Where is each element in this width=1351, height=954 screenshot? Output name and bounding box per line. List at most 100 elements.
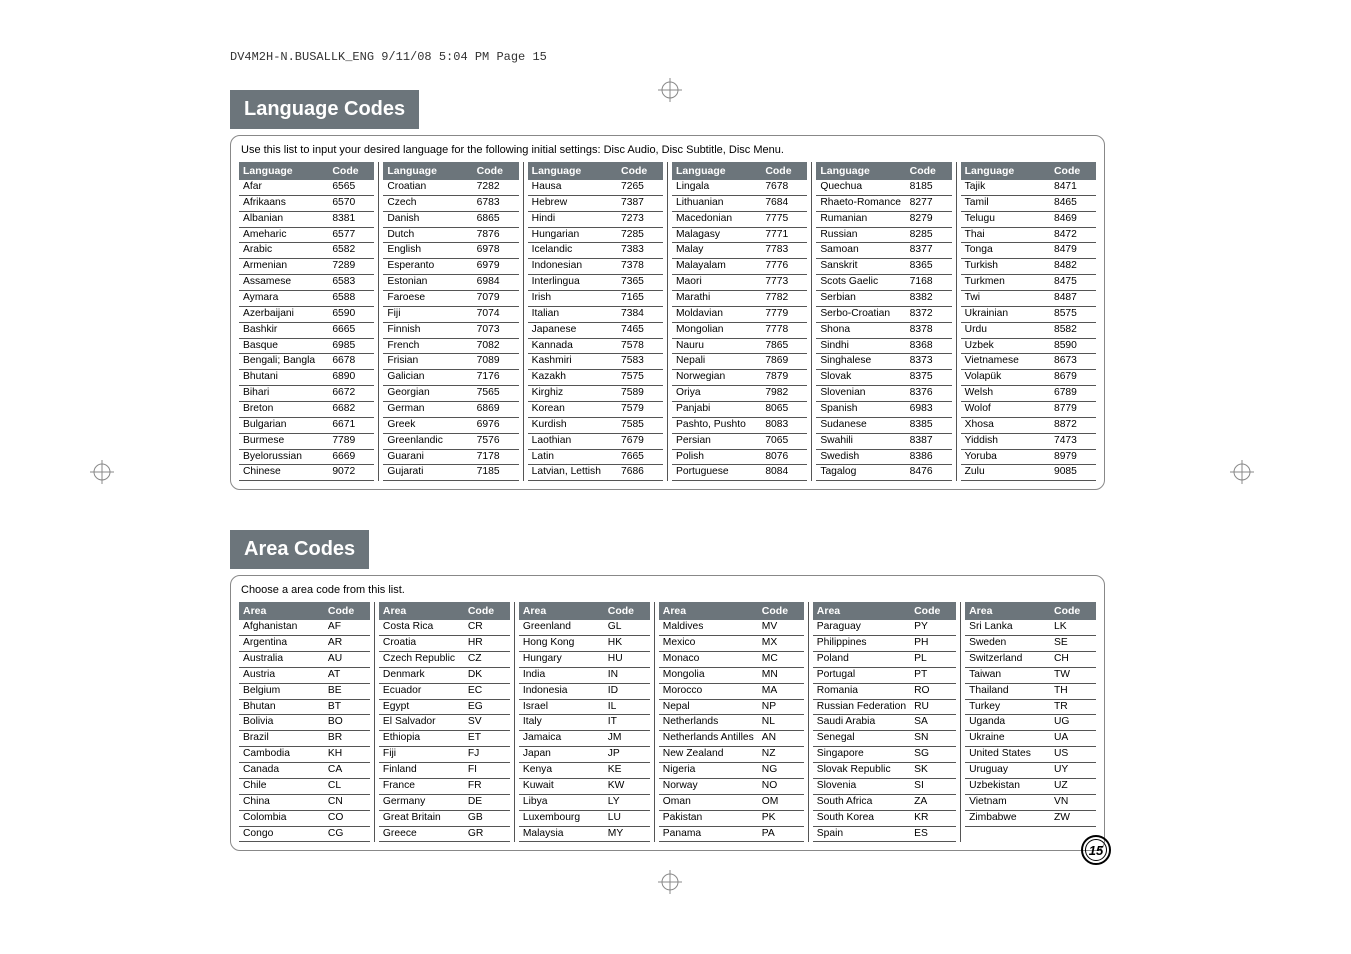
row-code: 8387: [906, 434, 952, 449]
table-row: TaiwanTW: [965, 668, 1096, 684]
row-name: Burmese: [239, 434, 328, 449]
row-code: 8277: [906, 196, 952, 211]
row-code: CA: [324, 763, 370, 778]
row-code: 6583: [328, 275, 374, 290]
column-header: AreaCode: [239, 602, 370, 620]
table-row: Frisian7089: [383, 354, 518, 370]
table-row: Samoan8377: [816, 243, 951, 259]
row-code: 8381: [328, 212, 374, 227]
row-code: CZ: [464, 652, 510, 667]
row-code: DE: [464, 795, 510, 810]
row-name: Uzbek: [961, 339, 1050, 354]
row-code: 8376: [906, 386, 952, 401]
table-row: Bhutani6890: [239, 370, 374, 386]
row-code: 9072: [328, 465, 374, 480]
table-row: MexicoMX: [659, 636, 804, 652]
row-name: Sanskrit: [816, 259, 905, 274]
row-name: Latvian, Lettish: [528, 465, 617, 480]
table-row: CanadaCA: [239, 763, 370, 779]
row-name: New Zealand: [659, 747, 758, 762]
header-name: Language: [961, 162, 1050, 180]
table-row: UgandaUG: [965, 715, 1096, 731]
row-code: SE: [1050, 636, 1096, 651]
row-name: Finland: [379, 763, 464, 778]
row-code: IL: [604, 700, 650, 715]
row-code: KR: [910, 811, 956, 826]
row-code: 6984: [473, 275, 519, 290]
table-row: PakistanPK: [659, 811, 804, 827]
row-code: 9085: [1050, 465, 1096, 480]
column-header: LanguageCode: [961, 162, 1096, 180]
table-row: Estonian6984: [383, 275, 518, 291]
row-name: Singhalese: [816, 354, 905, 369]
row-name: Oriya: [672, 386, 761, 401]
row-code: 8065: [761, 402, 807, 417]
header-code: Code: [1050, 602, 1096, 620]
table-row: AustraliaAU: [239, 652, 370, 668]
row-name: Afar: [239, 180, 328, 195]
row-code: PK: [758, 811, 804, 826]
row-name: Indonesia: [519, 684, 604, 699]
row-name: Greenlandic: [383, 434, 472, 449]
row-code: FR: [464, 779, 510, 794]
table-row: Greenlandic7576: [383, 434, 518, 450]
row-code: AT: [324, 668, 370, 683]
row-name: Irish: [528, 291, 617, 306]
row-name: Libya: [519, 795, 604, 810]
table-row: Kurdish7585: [528, 418, 663, 434]
table-row: Guarani7178: [383, 450, 518, 466]
row-name: Spanish: [816, 402, 905, 417]
row-name: Hindi: [528, 212, 617, 227]
row-code: HR: [464, 636, 510, 651]
row-code: PT: [910, 668, 956, 683]
row-name: El Salvador: [379, 715, 464, 730]
row-name: Congo: [239, 827, 324, 842]
header-name: Area: [965, 602, 1050, 620]
row-code: 7865: [761, 339, 807, 354]
row-code: ET: [464, 731, 510, 746]
header-code: Code: [906, 162, 952, 180]
table-row: MongoliaMN: [659, 668, 804, 684]
row-code: 7185: [473, 465, 519, 480]
row-name: Danish: [383, 212, 472, 227]
table-column: AreaCodeMaldivesMVMexicoMXMonacoMCMongol…: [659, 602, 809, 842]
table-row: NorwayNO: [659, 779, 804, 795]
row-code: UZ: [1050, 779, 1096, 794]
row-name: Greek: [383, 418, 472, 433]
row-code: 7165: [617, 291, 663, 306]
table-row: Azerbaijani6590: [239, 307, 374, 323]
table-column: AreaCodeParaguayPYPhilippinesPHPolandPLP…: [813, 602, 961, 842]
row-code: 7065: [761, 434, 807, 449]
column-header: AreaCode: [379, 602, 510, 620]
row-name: Bihari: [239, 386, 328, 401]
table-row: Singhalese8373: [816, 354, 951, 370]
row-name: Thailand: [965, 684, 1050, 699]
table-row: Byelorussian6669: [239, 450, 374, 466]
table-row: Assamese6583: [239, 275, 374, 291]
row-code: 7178: [473, 450, 519, 465]
section-title-language: Language Codes: [230, 90, 419, 129]
table-column: AreaCodeAfghanistanAFArgentinaARAustrali…: [239, 602, 375, 842]
table-row: FinlandFI: [379, 763, 510, 779]
table-row: Breton6682: [239, 402, 374, 418]
row-code: PY: [910, 620, 956, 635]
row-code: UG: [1050, 715, 1096, 730]
table-row: Burmese7789: [239, 434, 374, 450]
table-row: Hebrew7387: [528, 196, 663, 212]
table-row: UzbekistanUZ: [965, 779, 1096, 795]
row-name: English: [383, 243, 472, 258]
row-code: MC: [758, 652, 804, 667]
row-code: 8472: [1050, 228, 1096, 243]
row-code: 6671: [328, 418, 374, 433]
row-name: Polish: [672, 450, 761, 465]
row-name: Samoan: [816, 243, 905, 258]
row-name: Croatian: [383, 180, 472, 195]
row-name: Macedonian: [672, 212, 761, 227]
row-code: EC: [464, 684, 510, 699]
row-code: 6869: [473, 402, 519, 417]
table-row: Spanish6983: [816, 402, 951, 418]
table-row: UkraineUA: [965, 731, 1096, 747]
column-header: LanguageCode: [672, 162, 807, 180]
header-name: Language: [383, 162, 472, 180]
row-name: Zulu: [961, 465, 1050, 480]
